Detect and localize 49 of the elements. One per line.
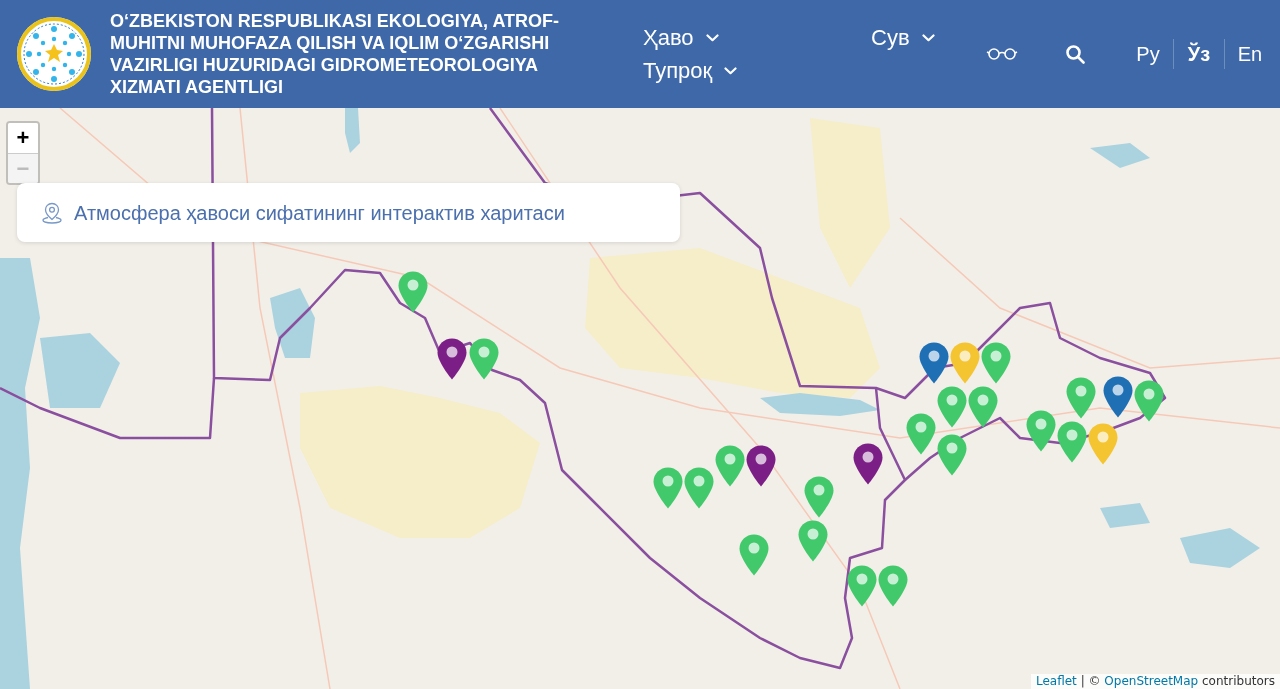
map-marker-icon[interactable]	[746, 445, 776, 487]
lake-area	[1090, 143, 1150, 168]
map-marker-icon[interactable]	[437, 338, 467, 380]
map-marker-icon[interactable]	[1066, 377, 1096, 419]
attribution-text: Leaflet | © OpenStreetMap contributors	[1030, 674, 1280, 689]
agency-name: O‘ZBEKISTON RESPUBLIKASI EKOLOGIYA, ATROF-MUHITNI MUHOFAZA QILISH VA IQLIM O‘ZGARISHI VAZIRLIGI HUZURIDAGI GIDROMETEOROLOGIYA XIZMATI AGENTLIGI	[110, 10, 561, 98]
lake-area	[345, 108, 360, 153]
chevron-down-icon	[705, 33, 719, 42]
nav-menu-button[interactable]: Тупроқ	[643, 56, 738, 85]
map-marker-icon[interactable]	[653, 467, 683, 509]
map-marker-icon[interactable]	[398, 271, 428, 313]
map-marker-icon[interactable]	[937, 386, 967, 428]
map-marker-icon[interactable]	[1103, 376, 1133, 418]
lake-area	[270, 288, 315, 358]
map-title: Атмосфера ҳавоси сифатининг интерактив харитаси	[74, 200, 565, 226]
chevron-down-icon	[921, 33, 935, 42]
map-marker-icon[interactable]	[1088, 423, 1118, 465]
map-marker-icon[interactable]	[919, 342, 949, 384]
map-marker-icon[interactable]	[968, 386, 998, 428]
map-marker-icon[interactable]	[847, 565, 877, 607]
map-marker-icon[interactable]	[950, 342, 980, 384]
map-marker-icon[interactable]	[1026, 410, 1056, 452]
map-marker-icon[interactable]	[906, 413, 936, 455]
glasses-icon[interactable]	[986, 48, 1018, 60]
map-marker-icon[interactable]	[1134, 380, 1164, 422]
map-marker-icon[interactable]	[878, 565, 908, 607]
nav-menu-button[interactable]: Сув	[871, 23, 935, 52]
map-marker-icon[interactable]	[853, 443, 883, 485]
map-marker-icon[interactable]	[798, 520, 828, 562]
location-pin-icon	[42, 201, 62, 224]
map-marker-icon[interactable]	[684, 467, 714, 509]
lake-area	[1100, 503, 1150, 528]
attribution-link[interactable]: Leaflet	[1035, 674, 1077, 688]
language-button[interactable]: Ўз	[1174, 40, 1224, 68]
attribution-link[interactable]: OpenStreetMap	[1104, 674, 1199, 688]
map-marker-icon[interactable]	[469, 338, 499, 380]
zoom-in-button[interactable]: +	[8, 123, 38, 153]
map-marker-icon[interactable]	[715, 445, 745, 487]
map-marker-icon[interactable]	[981, 342, 1011, 384]
search-icon[interactable]	[1066, 44, 1085, 64]
chevron-down-icon	[724, 66, 738, 75]
language-button[interactable]: En	[1225, 40, 1275, 68]
map-marker-icon[interactable]	[1057, 421, 1087, 463]
map-marker-icon[interactable]	[937, 434, 967, 476]
map-marker-icon[interactable]	[739, 534, 769, 576]
map-marker-icon[interactable]	[804, 476, 834, 518]
nav-menu-button[interactable]: Ҳаво	[643, 23, 719, 52]
logo-icon	[15, 15, 93, 93]
language-button[interactable]: Ру	[1123, 40, 1173, 68]
